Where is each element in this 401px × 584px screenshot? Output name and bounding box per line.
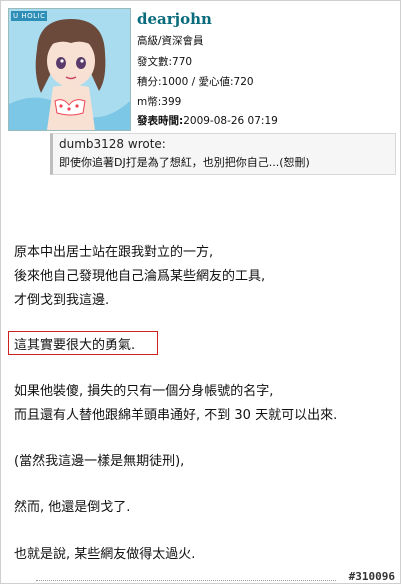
- post-number: #310096: [348, 570, 395, 583]
- body-line: 如果他裝傻, 損失的只有一個分身帳號的名字,: [14, 384, 274, 399]
- quote-block: dumb3128 wrote: 即使你追著DJ打是為了想紅，也別把你自己...(…: [50, 133, 396, 175]
- post-time-label: 發表時間:: [137, 115, 184, 127]
- highlighted-sentence: 這其實要很大的勇氣.: [14, 338, 136, 353]
- user-post-count: 發文數:770: [137, 56, 193, 68]
- user-rank: 高級/資深會員: [137, 35, 204, 47]
- body-line: 也就是說, 某些網友做得太過火.: [14, 547, 196, 562]
- post-time-value: 2009-08-26 07:19: [183, 115, 278, 127]
- post-time: 發表時間:2009-08-26 07:19: [137, 113, 278, 128]
- body-line: 才倒戈到我這邊.: [14, 293, 110, 308]
- body-line: 然而, 他還是倒戈了.: [14, 500, 131, 515]
- quote-text: 即使你追著DJ打是為了想紅，也別把你自己...(恕刪): [59, 156, 310, 169]
- quote-author: dumb3128 wrote:: [59, 137, 166, 151]
- user-coins: m幣:399: [137, 96, 182, 108]
- avatar-anime-girl-image: [9, 9, 130, 130]
- body-line: (當然我這邊一樣是無期徒刑),: [14, 454, 185, 469]
- body-line: 原本中出居士站在跟我對立的一方,: [14, 245, 214, 260]
- body-line: 而且還有人替他跟綿羊頭串通好, 不到 30 天就可以出來.: [14, 408, 338, 423]
- user-avatar[interactable]: U HOLIC: [8, 8, 131, 131]
- avatar-badge: U HOLIC: [11, 11, 48, 21]
- divider: [36, 580, 336, 581]
- user-points: 積分:1000 / 愛心値:720: [137, 76, 254, 88]
- body-line: 後來他自己發現他自己淪爲某些網友的工具,: [14, 269, 266, 284]
- username-link[interactable]: dearjohn: [137, 10, 212, 28]
